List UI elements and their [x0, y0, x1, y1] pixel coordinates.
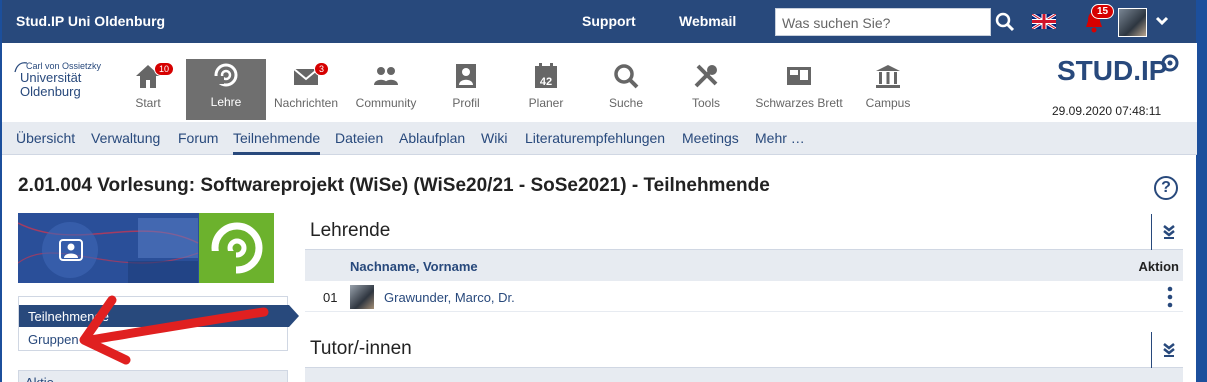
nav-community[interactable]: Community — [346, 60, 426, 118]
column-name[interactable]: Nachname, Vorname — [350, 259, 478, 274]
section-lehrende-title: Lehrende — [310, 220, 391, 241]
sidebar-navigation: Teilnehmende Gruppen — [18, 296, 299, 351]
tab-ablaufplan[interactable]: Ablaufplan — [399, 130, 465, 146]
section-lehrende: Lehrende Nachname, Vorname Aktion 01 Gra… — [305, 214, 1183, 312]
nav-lehre-label: Lehre — [210, 95, 242, 109]
section-tutoren: Tutor/-innen — [305, 332, 1183, 382]
collapse-toggle[interactable] — [1151, 332, 1183, 368]
table-header — [305, 368, 1183, 382]
sidebar-item-gruppen[interactable]: Gruppen — [28, 332, 79, 347]
nav-suche[interactable]: Suche — [586, 60, 666, 118]
magnifier-icon — [614, 64, 639, 89]
nav-profil-label: Profil — [452, 96, 480, 110]
help-icon[interactable]: ? — [1154, 176, 1178, 200]
tab-teilnehmende[interactable]: Teilnehmende — [233, 130, 321, 155]
tab-meetings[interactable]: Meetings — [682, 130, 739, 146]
more-actions-icon[interactable] — [1167, 286, 1173, 308]
user-avatar[interactable] — [1118, 8, 1147, 37]
tools-icon — [694, 64, 718, 88]
tab-dateien[interactable]: Dateien — [335, 130, 383, 146]
notifications-badge: 15 — [1091, 4, 1115, 19]
community-icon — [374, 67, 398, 85]
table-header: Nachname, Vorname Aktion — [305, 250, 1183, 281]
nav-suche-label: Suche — [608, 96, 644, 110]
webmail-link[interactable]: Webmail — [679, 13, 736, 29]
board-icon — [787, 67, 811, 85]
row-number: 01 — [323, 290, 338, 305]
member-name-link[interactable]: Grawunder, Marco, Dr. — [384, 290, 515, 305]
member-avatar — [350, 285, 374, 309]
nav-nachrichten-label: Nachrichten — [273, 96, 339, 110]
nav-nachrichten[interactable]: 3 Nachrichten — [266, 60, 346, 118]
datetime: 29.09.2020 07:48:11 — [1052, 104, 1162, 118]
nav-community-label: Community — [355, 96, 417, 110]
course-banner — [18, 213, 274, 283]
notifications-button[interactable]: 15 — [1083, 4, 1115, 39]
calendar-day: 42 — [540, 76, 552, 88]
nav-start[interactable]: 10 Start — [108, 60, 188, 118]
nav-schwarzes-brett-label: Schwarzes Brett — [755, 96, 843, 110]
nav-tools-label: Tools — [691, 96, 720, 110]
collapse-toggle[interactable] — [1151, 214, 1183, 250]
nav-tools[interactable]: Tools — [666, 60, 746, 118]
nav-campus-label: Campus — [865, 96, 911, 110]
tab-mehr[interactable]: Mehr … — [755, 130, 805, 146]
double-chevron-down-icon — [1163, 225, 1175, 239]
search-button[interactable] — [991, 8, 1019, 36]
campus-icon — [876, 65, 900, 88]
tab-forum[interactable]: Forum — [178, 130, 218, 146]
sidebar-active-arrow — [289, 305, 299, 327]
nav-campus[interactable]: Campus — [848, 60, 928, 118]
nav-schwarzes-brett[interactable]: Schwarzes Brett — [752, 60, 846, 118]
calendar-icon: 42 — [535, 63, 557, 88]
studip-logo[interactable]: STUD.IP — [1057, 54, 1179, 87]
column-action: Aktion — [1138, 259, 1179, 274]
tab-uebersicht[interactable]: Übersicht — [16, 130, 75, 146]
start-badge: 10 — [154, 62, 175, 76]
studip-logo-mark — [1161, 54, 1179, 72]
sidebar-item-teilnehmende[interactable]: Teilnehmende — [19, 305, 289, 327]
nav-planer[interactable]: 42 Planer — [506, 60, 586, 118]
table-row: 01 Grawunder, Marco, Dr. — [305, 281, 1183, 312]
section-tutoren-title: Tutor/-innen — [310, 338, 412, 359]
uk-flag-icon[interactable] — [1032, 14, 1056, 29]
tab-verwaltung[interactable]: Verwaltung — [91, 130, 160, 146]
app-window: Stud.IP Uni Oldenburg Support Webmail Wa… — [0, 0, 1207, 382]
sidebar-actions-header: Aktio — [18, 370, 288, 382]
search-input[interactable]: Was suchen Sie? — [775, 8, 991, 36]
nachrichten-badge: 3 — [314, 62, 330, 76]
scrollbar[interactable] — [1196, 0, 1205, 382]
double-chevron-down-icon — [1163, 343, 1175, 357]
nav-lehre[interactable]: Lehre — [186, 59, 266, 120]
top-bar: Stud.IP Uni Oldenburg Support Webmail Wa… — [2, 0, 1205, 43]
section-tutoren-header[interactable]: Tutor/-innen — [305, 332, 1183, 368]
support-link[interactable]: Support — [582, 13, 636, 29]
nav-planer-label: Planer — [528, 96, 564, 110]
section-lehrende-header[interactable]: Lehrende — [305, 214, 1183, 250]
tab-wiki[interactable]: Wiki — [481, 130, 507, 146]
course-subnav: Übersicht Verwaltung Forum Teilnehmende … — [2, 122, 1197, 155]
site-brand[interactable]: Stud.IP Uni Oldenburg — [16, 13, 165, 29]
search-icon — [995, 12, 1015, 32]
lehre-icon — [214, 63, 238, 87]
main-navigation: Carl von Ossietzky Universität Oldenburg… — [2, 43, 1197, 122]
studip-logo-text: STUD.IP — [1057, 55, 1168, 86]
chevron-down-icon[interactable] — [1155, 14, 1169, 33]
tab-literaturempfehlungen[interactable]: Literaturempfehlungen — [525, 130, 665, 146]
nav-start-label: Start — [135, 96, 161, 110]
nav-profil[interactable]: Profil — [426, 60, 506, 118]
page-title: 2.01.004 Vorlesung: Softwareprojekt (WiS… — [18, 175, 770, 196]
profile-icon — [456, 64, 476, 88]
